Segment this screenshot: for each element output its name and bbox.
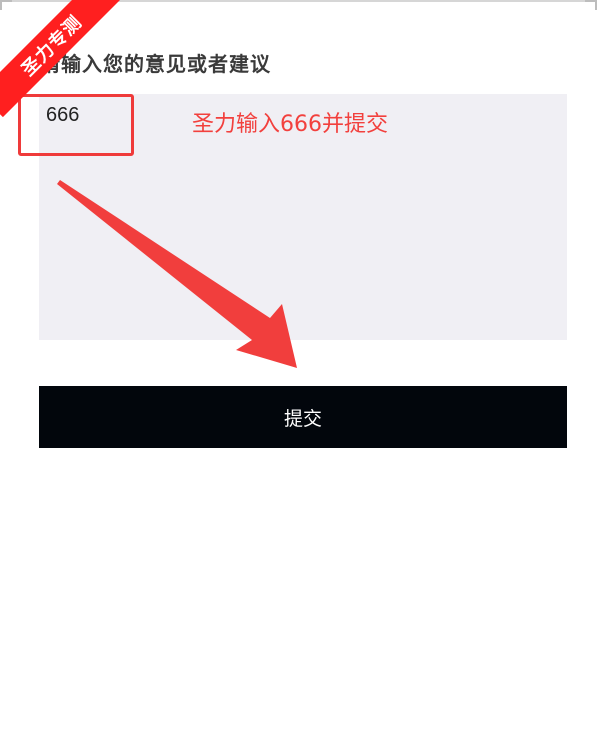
ribbon-label: 圣力专测 <box>0 0 120 118</box>
ribbon-corner: 圣力专测 <box>0 0 120 120</box>
